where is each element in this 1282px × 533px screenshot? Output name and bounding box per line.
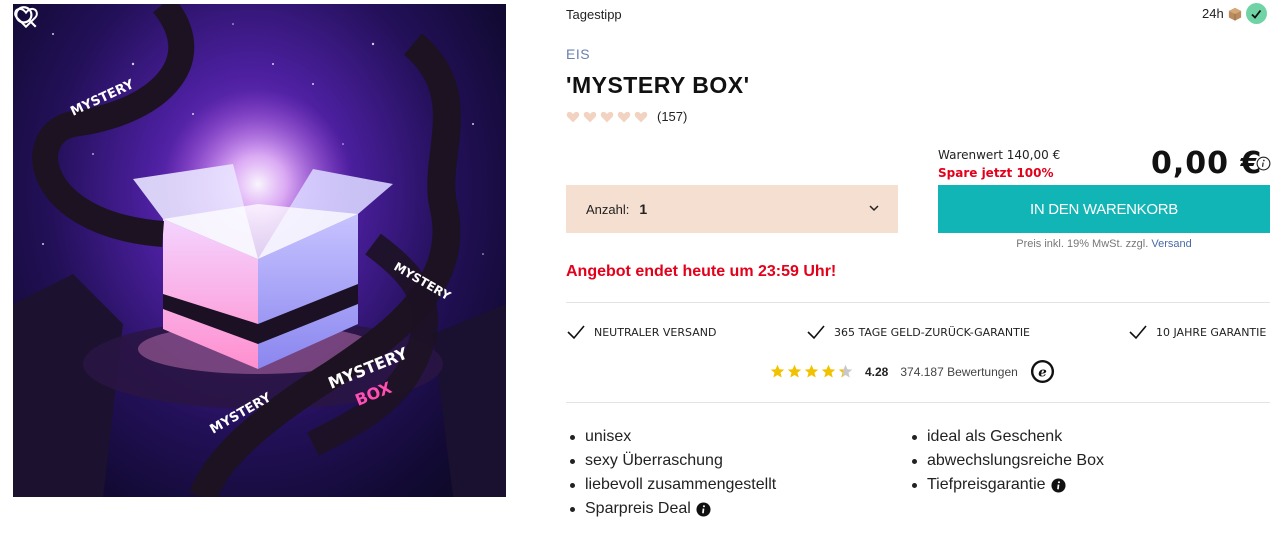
feature-item: ideal als Geschenk: [908, 425, 1104, 449]
mystery-box-illustration: MYSTERY MYSTERY BOX MYSTERY MYSTERY: [13, 4, 506, 497]
review-count: 374.187 Bewertungen: [900, 364, 1018, 379]
shipping-link[interactable]: Versand: [1151, 238, 1191, 250]
feature-item: sexy Überraschung: [566, 449, 776, 473]
usp-label: 10 JAHRE GARANTIE: [1156, 325, 1267, 339]
feature-label: Tiefpreisgarantie: [927, 476, 1046, 493]
rating-score: 4.28: [865, 364, 889, 379]
svg-text:e: e: [1038, 364, 1047, 380]
trusted-shops-rating[interactable]: 4.28 374.187 Bewertungen e: [770, 359, 1055, 384]
rating-heart-icon: [566, 111, 580, 123]
saving-badge: Spare jetzt 100%: [938, 166, 1054, 180]
rating-count: (157): [657, 109, 688, 124]
feature-label: Sparpreis Deal: [585, 500, 691, 517]
feature-label: sexy Überraschung: [585, 452, 723, 469]
quantity-label: Anzahl:: [586, 201, 630, 217]
product-price: 0,00 €: [1151, 146, 1263, 181]
divider: [566, 402, 1270, 403]
rating-heart-icon: [617, 111, 631, 123]
feature-list-right: ideal als Geschenk abwechslungsreiche Bo…: [908, 425, 1104, 497]
product-image[interactable]: MYSTERY MYSTERY BOX MYSTERY MYSTERY: [13, 4, 506, 497]
tagestipp-label: Tagestipp: [566, 7, 622, 22]
feature-item: Tiefpreisgarantie: [908, 473, 1104, 497]
usp-money-back: 365 TAGE GELD-ZURÜCK-GARANTIE: [806, 323, 1030, 341]
star-partial-icon: [838, 364, 853, 378]
feature-item: abwechslungsreiche Box: [908, 449, 1104, 473]
price-info-icon[interactable]: [1256, 156, 1271, 171]
star-full-icon: [804, 364, 819, 378]
offer-countdown: Angebot endet heute um 23:59 Uhr!: [566, 263, 837, 280]
feature-list-left: unisex sexy Überraschung liebevoll zusam…: [566, 425, 776, 521]
trusted-shops-seal-icon: e: [1030, 359, 1054, 384]
check-circle-icon: [1245, 3, 1267, 24]
feature-item: unisex: [566, 425, 776, 449]
price-note-text: Preis inkl. 19% MwSt. zzgl.: [1016, 238, 1149, 250]
retail-value: Warenwert 140,00 €: [938, 148, 1061, 162]
usp-label: NEUTRALER VERSAND: [594, 325, 717, 339]
feature-label: unisex: [585, 428, 632, 445]
product-rating[interactable]: (157): [566, 109, 687, 124]
wishlist-heart-icon[interactable]: [13, 4, 39, 30]
feature-item: liebevoll zusammengestellt: [566, 473, 776, 497]
rating-heart-icon: [634, 111, 648, 123]
star-full-icon: [770, 364, 785, 378]
star-full-icon: [821, 364, 836, 378]
divider: [566, 302, 1270, 303]
feature-label: ideal als Geschenk: [927, 428, 1063, 445]
checkmark-icon: [1129, 325, 1147, 340]
price-note: Preis inkl. 19% MwSt. zzgl. Versand: [938, 238, 1270, 250]
delivery-badge: 24h: [1202, 3, 1267, 24]
feature-label: abwechslungsreiche Box: [927, 452, 1104, 469]
usp-warranty: 10 JAHRE GARANTIE: [1128, 323, 1266, 341]
feature-label: liebevoll zusammengestellt: [585, 476, 777, 493]
add-to-cart-button[interactable]: In den Warenkorb: [938, 185, 1270, 233]
package-icon: [1228, 7, 1241, 21]
rating-heart-icon: [600, 111, 614, 123]
info-icon[interactable]: [1051, 477, 1066, 493]
rating-heart-icon: [583, 111, 597, 123]
chevron-down-icon: [869, 205, 879, 212]
feature-item: Sparpreis Deal: [566, 497, 776, 521]
checkmark-icon: [807, 325, 825, 340]
product-title: 'MYSTERY BOX': [566, 72, 750, 98]
info-icon[interactable]: [696, 501, 711, 517]
brand-link[interactable]: EIS: [566, 46, 590, 62]
star-full-icon: [787, 364, 802, 378]
quantity-value: 1: [639, 201, 648, 217]
checkmark-icon: [567, 325, 585, 340]
usp-neutral-shipping: NEUTRALER VERSAND: [566, 323, 716, 341]
usp-label: 365 TAGE GELD-ZURÜCK-GARANTIE: [834, 325, 1031, 339]
delivery-time: 24h: [1202, 6, 1224, 21]
quantity-select[interactable]: Anzahl: 1: [566, 185, 898, 233]
